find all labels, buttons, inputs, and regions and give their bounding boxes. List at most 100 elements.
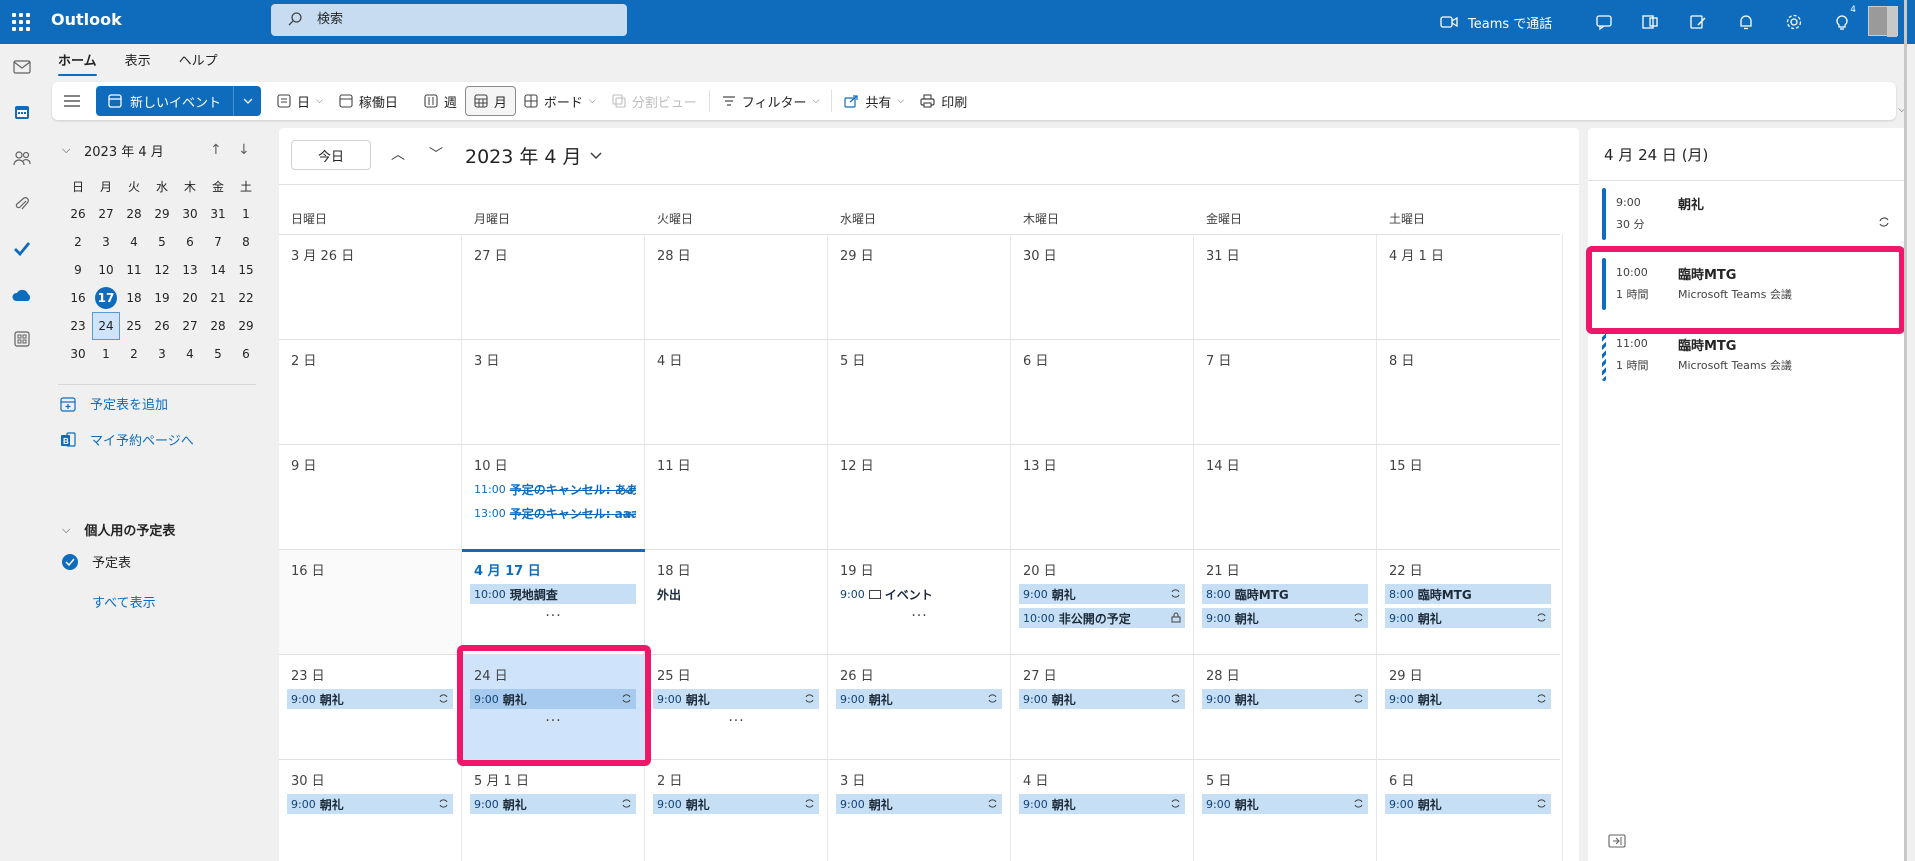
day-cell[interactable]: 28 日 9:00 朝礼 (1194, 654, 1377, 759)
mini-day[interactable]: 30 (64, 340, 92, 368)
new-event-dropdown[interactable] (233, 86, 262, 116)
mini-calendar-collapse-icon[interactable]: ⌵ (62, 143, 84, 157)
notes-button[interactable] (1678, 0, 1718, 44)
tab-view[interactable]: 表示 (111, 44, 165, 78)
office-button[interactable] (1630, 0, 1670, 44)
day-cell[interactable]: 7 日 (1194, 339, 1377, 444)
split-view-button[interactable]: 分割ビュー (604, 86, 705, 116)
mini-day[interactable]: 3 (148, 340, 176, 368)
day-cell[interactable]: 4 日 9:00 朝礼 (1011, 759, 1194, 861)
more-events-button[interactable]: ··· (462, 608, 645, 624)
mini-day[interactable]: 27 (176, 312, 204, 340)
agenda-item[interactable]: 9:00 30 分 朝礼 (1602, 188, 1892, 240)
mini-day[interactable]: 5 (204, 340, 232, 368)
day-cell[interactable]: 15 日 (1377, 444, 1560, 549)
day-cell-today[interactable]: 4 月 17 日 10:00 現地調査 ··· (462, 549, 645, 654)
day-cell[interactable]: 3 日 (462, 339, 645, 444)
calendar-event[interactable]: 8:00 臨時MTG (1202, 584, 1368, 604)
tab-home[interactable]: ホーム (44, 44, 111, 78)
day-cell[interactable]: 29 日 (828, 234, 1011, 339)
calendar-event[interactable]: 9:00 朝礼 (1202, 794, 1368, 814)
mini-day[interactable]: 2 (120, 340, 148, 368)
calendar-event[interactable]: 9:00 朝礼 (1019, 794, 1185, 814)
day-cell[interactable]: 16 日 (279, 549, 462, 654)
day-cell[interactable]: 3 月 26 日 (279, 234, 462, 339)
mini-day[interactable]: 13 (176, 256, 204, 284)
calendar-event[interactable]: 9:00 朝礼 (1202, 689, 1368, 709)
agenda-item[interactable]: 11:00 1 時間 臨時MTG Microsoft Teams 会議 (1602, 329, 1892, 381)
avatar[interactable] (1868, 6, 1898, 37)
arrow-up-icon[interactable]: ↑ (210, 142, 222, 158)
mini-day[interactable]: 29 (148, 200, 176, 228)
mail-rail-button[interactable] (9, 54, 35, 80)
calendar-scrollbar[interactable] (1562, 234, 1579, 861)
day-cell[interactable]: 18 日 外出 (645, 549, 828, 654)
day-cell[interactable]: 12 日 (828, 444, 1011, 549)
mini-day[interactable]: 4 (176, 340, 204, 368)
window-scrollbar[interactable] (1904, 0, 1907, 861)
month-title-dropdown[interactable]: 2023 年 4 月 (465, 142, 602, 169)
day-cell[interactable]: 27 日 (462, 234, 645, 339)
teams-call-button[interactable]: Teams で通話 (1440, 0, 1552, 44)
add-calendar-link[interactable]: 予定表を追加 (60, 394, 168, 413)
day-cell[interactable]: 10 日 11:00 予定のキャンセル: ああ ⌀ 13:00 予定のキャンセル… (462, 444, 645, 549)
mini-day[interactable]: 20 (176, 284, 204, 312)
calendar-event[interactable]: 9:00 朝礼 (1202, 608, 1368, 628)
settings-button[interactable] (1774, 0, 1814, 44)
mini-day[interactable]: 6 (232, 340, 260, 368)
mini-day[interactable]: 5 (148, 228, 176, 256)
chat-button[interactable] (1584, 0, 1624, 44)
day-cell[interactable]: 9 日 (279, 444, 462, 549)
month-view-button[interactable]: 月 (464, 86, 516, 116)
hamburger-button[interactable] (52, 86, 92, 116)
day-cell[interactable]: 23 日 9:00 朝礼 (279, 654, 462, 759)
day-cell[interactable]: 3 日 9:00 朝礼 (828, 759, 1011, 861)
mini-day[interactable]: 28 (120, 200, 148, 228)
mini-day[interactable]: 29 (232, 312, 260, 340)
day-cell[interactable]: 20 日 9:00 朝礼 10:00 非公開の予定 (1011, 549, 1194, 654)
mini-day[interactable]: 11 (120, 256, 148, 284)
day-cell[interactable]: 4 日 (645, 339, 828, 444)
next-month-chevron-icon[interactable]: ﹀ (429, 144, 443, 164)
mini-day[interactable]: 26 (148, 312, 176, 340)
today-button[interactable]: 今日 (291, 140, 371, 170)
more-events-button[interactable]: ··· (828, 608, 1011, 624)
day-view-button[interactable]: 日 ⌵ (269, 86, 331, 116)
calendar-event[interactable]: 9:00 朝礼 (836, 794, 1002, 814)
calendar-event[interactable]: 外出 (653, 584, 819, 604)
calendar-event[interactable]: 9:00 朝礼 (470, 794, 636, 814)
mini-day[interactable]: 4 (120, 228, 148, 256)
day-cell[interactable]: 26 日 9:00 朝礼 (828, 654, 1011, 759)
calendar-event[interactable]: 9:00 朝礼 (1019, 584, 1185, 604)
arrow-down-icon[interactable]: ↓ (238, 142, 250, 158)
mini-day[interactable]: 30 (176, 200, 204, 228)
mini-day[interactable]: 10 (92, 256, 120, 284)
todo-rail-button[interactable] (9, 236, 35, 262)
day-cell[interactable]: 30 日 (1011, 234, 1194, 339)
mini-day[interactable]: 23 (64, 312, 92, 340)
mini-day[interactable]: 15 (232, 256, 260, 284)
personal-calendars-group[interactable]: ⌵ 個人用の予定表 (62, 520, 175, 540)
files-rail-button[interactable] (9, 191, 35, 217)
mini-day[interactable]: 18 (120, 284, 148, 312)
mini-day[interactable]: 9 (64, 256, 92, 284)
day-cell[interactable]: 6 日 (1011, 339, 1194, 444)
search-box[interactable]: 検索 (271, 4, 627, 36)
day-cell[interactable]: 21 日 8:00 臨時MTG 9:00 朝礼 (1194, 549, 1377, 654)
calendar-event[interactable]: 9:00 イベント (836, 584, 1002, 604)
previous-month-chevron-icon[interactable]: ︿ (391, 144, 405, 164)
calendar-event[interactable]: 9:00 朝礼 (836, 689, 1002, 709)
calendar-event[interactable]: 9:00 朝礼 (1385, 794, 1551, 814)
tips-button[interactable]: 4 (1822, 0, 1862, 44)
mini-day[interactable]: 31 (204, 200, 232, 228)
day-cell[interactable]: 6 日 9:00 朝礼 (1377, 759, 1560, 861)
calendar-event[interactable]: 9:00 朝礼 (1385, 689, 1551, 709)
day-cell[interactable]: 5 日 (828, 339, 1011, 444)
day-cell[interactable]: 2 日 (279, 339, 462, 444)
mini-day[interactable]: 3 (92, 228, 120, 256)
mini-day[interactable]: 27 (92, 200, 120, 228)
calendar-event[interactable]: 10:00 現地調査 (470, 584, 636, 604)
day-cell[interactable]: 22 日 8:00 臨時MTG 9:00 朝礼 (1377, 549, 1560, 654)
calendar-rail-button[interactable] (9, 99, 35, 125)
mini-day[interactable]: 21 (204, 284, 232, 312)
